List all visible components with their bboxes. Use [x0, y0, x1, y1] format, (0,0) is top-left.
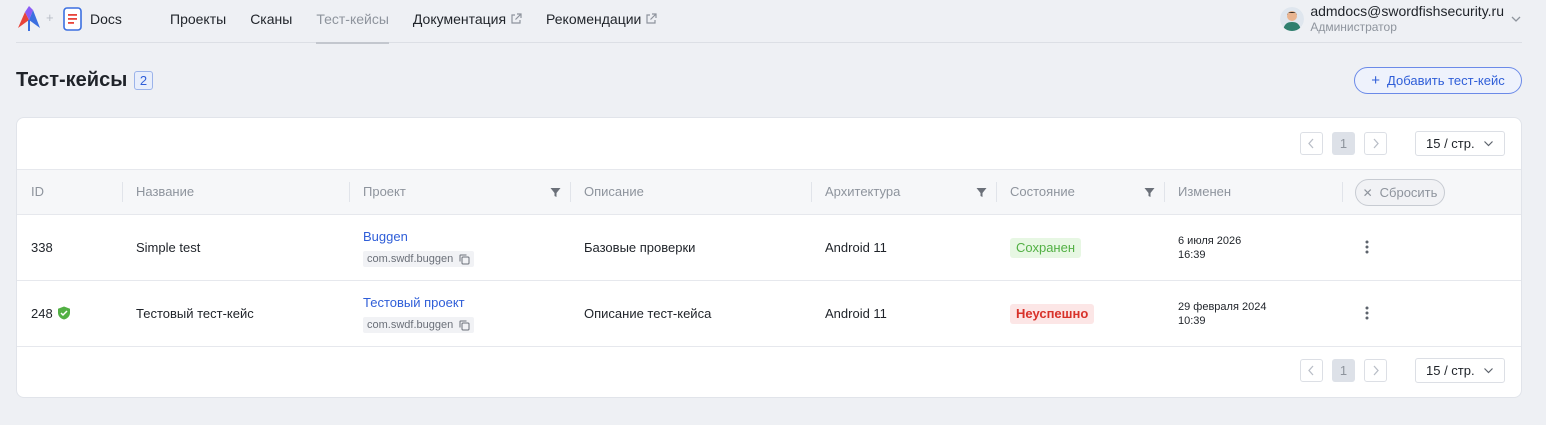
more-actions-icon[interactable] [1365, 240, 1369, 254]
add-test-case-button[interactable]: + Добавить тест-кейс [1354, 67, 1522, 94]
current-page[interactable]: 1 [1332, 132, 1355, 155]
chevron-right-icon [1373, 138, 1379, 149]
chevron-right-icon [1373, 365, 1379, 376]
nav-documentation[interactable]: Документация [413, 0, 522, 43]
row-name: Simple test [136, 240, 201, 255]
user-menu[interactable]: admdocs@swordfishsecurity.ru Администрат… [1280, 3, 1522, 35]
nav-projects[interactable]: Проекты [170, 0, 226, 43]
column-separator [1342, 182, 1343, 202]
column-separator [811, 182, 812, 202]
more-actions-icon[interactable] [1365, 306, 1369, 320]
current-page[interactable]: 1 [1332, 359, 1355, 382]
status-badge: Неуспешно [1010, 304, 1095, 324]
row-id: 248 [31, 306, 71, 321]
table-header: ID Название Проект Описание Архитектура … [17, 169, 1521, 215]
row-description: Описание тест-кейса [584, 306, 712, 321]
nav-test-cases[interactable]: Тест-кейсы [316, 0, 389, 44]
close-icon: ✕ [1362, 185, 1373, 200]
external-link-icon [646, 13, 657, 24]
chevron-down-icon [1484, 141, 1493, 147]
table-row[interactable]: 338 Simple test Buggen com.swdf.buggen Б… [17, 215, 1521, 281]
user-role: Администратор [1310, 20, 1397, 34]
column-state[interactable]: Состояние [1010, 184, 1075, 199]
count-badge: 2 [134, 71, 153, 90]
reset-filters-button[interactable]: ✕ Сбросить [1355, 179, 1445, 206]
row-name: Тестовый тест-кейс [136, 306, 254, 321]
user-email: admdocs@swordfishsecurity.ru [1310, 3, 1504, 19]
column-name[interactable]: Название [136, 184, 194, 199]
filter-icon[interactable] [976, 187, 987, 198]
plus-icon: + [1371, 72, 1381, 89]
column-separator [570, 182, 571, 202]
prev-page-button[interactable] [1300, 132, 1323, 155]
nav-scans[interactable]: Сканы [250, 0, 292, 43]
table-row[interactable]: 248 Тестовый тест-кейс Тестовый проект c… [17, 281, 1521, 347]
plus-separator: + [46, 10, 54, 25]
document-icon[interactable] [63, 7, 82, 31]
package-name: com.swdf.buggen [363, 317, 475, 333]
copy-icon[interactable] [459, 254, 470, 265]
column-separator [349, 182, 350, 202]
filter-icon[interactable] [1144, 187, 1155, 198]
project-link[interactable]: Тестовый проект [363, 295, 465, 310]
column-separator [122, 182, 123, 202]
column-project[interactable]: Проект [363, 184, 406, 199]
project-link[interactable]: Buggen [363, 229, 408, 244]
column-separator [1164, 182, 1165, 202]
prev-page-button[interactable] [1300, 359, 1323, 382]
column-separator [996, 182, 997, 202]
row-description: Базовые проверки [584, 240, 696, 255]
pagination-top: 1 15 / стр. [1300, 131, 1505, 156]
avatar[interactable] [1280, 7, 1305, 31]
chevron-down-icon[interactable] [1510, 13, 1522, 25]
page-size-select[interactable]: 15 / стр. [1415, 358, 1505, 383]
nav-recommendations[interactable]: Рекомендации [546, 0, 657, 43]
test-cases-card: 1 15 / стр. ID Название Проект Описание … [16, 117, 1522, 398]
chevron-left-icon [1308, 365, 1314, 376]
next-page-button[interactable] [1364, 359, 1387, 382]
row-id: 338 [31, 240, 53, 255]
swordfish-logo-icon[interactable] [16, 6, 42, 32]
row-architecture: Android 11 [825, 240, 887, 255]
page-title: Тест-кейсы [16, 69, 128, 91]
column-architecture[interactable]: Архитектура [825, 184, 900, 199]
page-size-select[interactable]: 15 / стр. [1415, 131, 1505, 156]
column-changed[interactable]: Изменен [1178, 184, 1231, 199]
app-name[interactable]: Docs [90, 11, 122, 27]
next-page-button[interactable] [1364, 132, 1387, 155]
main-nav: Проекты Сканы Тест-кейсы Документация Ре… [170, 0, 681, 44]
row-changed: 29 февраля 2024 10:39 [1178, 301, 1267, 327]
row-architecture: Android 11 [825, 306, 887, 321]
pagination-bottom: 1 15 / стр. [1300, 358, 1505, 383]
chevron-down-icon [1484, 368, 1493, 374]
package-name: com.swdf.buggen [363, 251, 475, 267]
row-changed: 6 июля 2026 16:39 [1178, 235, 1242, 261]
copy-icon[interactable] [459, 320, 470, 331]
filter-icon[interactable] [550, 187, 561, 198]
top-navigation: + Docs Проекты Сканы Тест-кейсы Документ… [16, 0, 1522, 44]
status-badge: Сохранен [1010, 238, 1082, 258]
column-id[interactable]: ID [31, 184, 44, 199]
verified-shield-icon [57, 306, 70, 320]
chevron-left-icon [1308, 138, 1314, 149]
column-description[interactable]: Описание [584, 184, 644, 199]
external-link-icon [511, 13, 522, 24]
